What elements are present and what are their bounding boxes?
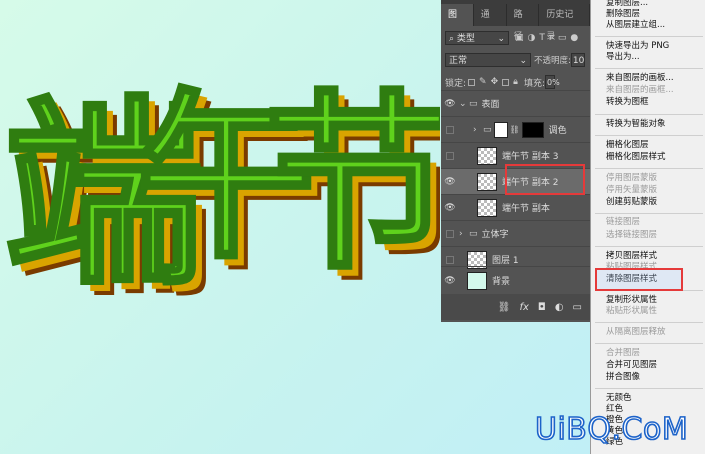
lock-row: 锁定: ✎ ✥ 🔒︎ 填充: 0% — [441, 74, 590, 90]
menu-item-copy-layer-style[interactable]: 拷贝图层样式 — [606, 251, 657, 262]
menu-item-group-from-layers[interactable]: 从图层建立组... — [606, 20, 665, 31]
layer-name: 端午节 副本 3 — [502, 152, 559, 162]
menu-item-export-as[interactable]: 导出为... — [606, 52, 640, 63]
lock-label: 锁定: — [445, 78, 467, 89]
lock-paint-icon[interactable]: ✎ — [479, 77, 487, 87]
mask-thumbnail — [521, 121, 544, 138]
tab-paths[interactable]: 路径 — [507, 4, 540, 42]
blend-mode-label: 正常 — [449, 56, 468, 66]
menu-item-rasterize-layer[interactable]: 栅格化图层 — [606, 140, 649, 151]
layer-name: 端午节 副本 — [502, 204, 550, 214]
layer-adjustment-tone[interactable]: › ▭ ⛓︎ 调色 — [441, 116, 590, 142]
layer-thumbnail — [477, 172, 497, 191]
lock-move-icon[interactable]: ✥ — [491, 77, 499, 87]
opacity-input[interactable]: 10 — [570, 53, 585, 67]
search-icon: ⌕ — [449, 34, 455, 44]
chevron-down-icon[interactable]: ⌄ — [459, 99, 469, 109]
folder-icon: ▭ — [469, 228, 478, 239]
filter-row: ⌕ 类型 ⌄ ▣◑T⌗▭● — [441, 30, 590, 46]
visibility-toggle[interactable] — [446, 229, 454, 238]
adjustment-icon[interactable]: ◐ — [555, 302, 564, 313]
layer-background[interactable]: 👁︎ 背景 — [441, 266, 590, 294]
eye-icon[interactable]: 👁︎ — [441, 177, 459, 187]
layer-group-3d-text[interactable]: › ▭ 立体字 — [441, 220, 590, 246]
context-menu: 复制图层... 删除图层 从图层建立组... 快速导出为 PNG 导出为... … — [590, 0, 705, 454]
link-icon: ⛓︎ — [509, 125, 520, 134]
menu-item-delete-layer[interactable]: 删除图层 — [606, 9, 640, 20]
panel-tabs: 图层 通道 路径 历史记录 — [441, 0, 590, 42]
menu-item-disable-layer-mask: 停用图层蒙版 — [606, 173, 658, 183]
menu-item-duplicate-layer[interactable]: 复制图层... — [606, 0, 648, 9]
dragon-boat-artwork: 端 午 节 端 午 节 端 午 节 — [2, 70, 440, 324]
filter-kind-select[interactable]: ⌕ 类型 ⌄ — [445, 31, 509, 45]
add-mask-icon[interactable]: ◘ — [538, 302, 546, 313]
filter-icons[interactable]: ▣◑T⌗▭● — [515, 33, 582, 43]
chevron-down-icon: ⌄ — [519, 56, 527, 66]
menu-item-merge-layers: 合并图层 — [606, 348, 641, 358]
menu-item-frame-from-layers: 来自图层的画框... — [606, 85, 674, 95]
lock-artboard-icon[interactable] — [502, 78, 510, 86]
layer-thumbnail — [477, 146, 497, 165]
menu-item-paste-shape-attributes: 粘贴形状属性 — [606, 306, 658, 316]
menu-item-convert-smart-object[interactable]: 转换为智能对象 — [606, 119, 666, 130]
menu-item-artboard-from-layers[interactable]: 来自图层的画板... — [606, 73, 674, 84]
visibility-toggle[interactable] — [446, 151, 454, 160]
highlight-clear-layer-style — [595, 268, 683, 291]
tab-history[interactable]: 历史记录 — [539, 4, 590, 42]
folder-icon: ▭ — [483, 124, 492, 135]
menu-item-disable-vector-mask: 停用矢量蒙版 — [606, 185, 658, 195]
adjustment-thumbnail — [493, 121, 508, 138]
visibility-toggle[interactable] — [446, 125, 454, 134]
menu-item-copy-shape-attributes[interactable]: 复制形状属性 — [606, 295, 657, 306]
menu-item-release-from-isolation: 从隔离图层释放 — [606, 327, 666, 337]
layer-name: 图层 1 — [492, 256, 519, 266]
tab-layers[interactable]: 图层 — [441, 4, 474, 42]
fill-label: 填充: — [523, 78, 545, 89]
eye-icon[interactable]: 👁︎ — [441, 99, 459, 109]
artwork-char-3: 节 — [264, 72, 440, 295]
menu-item-link-layers: 链接图层 — [606, 217, 641, 227]
layer-name: 背景 — [492, 277, 511, 287]
chevron-down-icon: ⌄ — [497, 34, 505, 44]
layer-name: 表面 — [481, 100, 500, 110]
menu-item-select-linked-layers: 选择链接图层 — [606, 230, 658, 240]
eye-icon[interactable]: 👁︎ — [441, 276, 459, 286]
panel-footer: ⛓︎ fx ◘ ◐ ▭ — [441, 294, 590, 320]
new-group-icon[interactable]: ▭ — [573, 302, 582, 313]
layer-name: 立体字 — [481, 230, 509, 240]
menu-item-create-clipping-mask[interactable]: 创建剪贴蒙版 — [606, 197, 657, 208]
menu-item-quick-export-png[interactable]: 快速导出为 PNG — [606, 41, 669, 52]
chevron-right-icon[interactable]: › — [473, 125, 483, 135]
highlight-selected-layer — [505, 164, 585, 195]
layer-thumbnail — [477, 198, 497, 217]
lock-all-icon[interactable]: 🔒︎ — [513, 77, 518, 87]
layer-name: 调色 — [548, 126, 567, 136]
menu-item-flatten-image[interactable]: 拼合图像 — [606, 372, 640, 383]
layers-panel: 图层 通道 路径 历史记录 ⌕ 类型 ⌄ ▣◑T⌗▭● 正常 ⌄ 不透明度: 1… — [441, 0, 590, 322]
site-watermark: UiBQ.CoM — [534, 411, 689, 448]
fx-button[interactable]: fx — [519, 302, 528, 313]
menu-item-convert-to-frame[interactable]: 转换为图框 — [606, 97, 649, 108]
folder-icon: ▭ — [469, 98, 478, 109]
lock-transparent-icon[interactable] — [468, 78, 476, 86]
blend-mode-select[interactable]: 正常 ⌄ — [445, 53, 531, 67]
visibility-toggle[interactable] — [446, 255, 454, 264]
eye-icon[interactable]: 👁︎ — [441, 203, 459, 213]
layer-group-surface[interactable]: 👁︎ ⌄ ▭ 表面 — [441, 90, 590, 116]
opacity-label: 不透明度: — [534, 56, 571, 66]
menu-item-rasterize-layer-style[interactable]: 栅格化图层样式 — [606, 152, 666, 163]
chevron-right-icon[interactable]: › — [459, 229, 469, 239]
filter-kind-label: 类型 — [456, 34, 475, 44]
fill-input[interactable]: 0% — [544, 75, 560, 89]
menu-item-no-color[interactable]: 无颜色 — [606, 393, 632, 404]
link-layers-icon[interactable]: ⛓︎ — [498, 302, 511, 313]
tab-channels[interactable]: 通道 — [474, 4, 507, 42]
layer-copy-1[interactable]: 👁︎ 端午节 副本 — [441, 194, 590, 220]
layer-thumbnail — [467, 271, 487, 290]
menu-item-merge-visible[interactable]: 合并可见图层 — [606, 360, 657, 371]
blend-row: 正常 ⌄ 不透明度: 10 — [441, 52, 590, 68]
